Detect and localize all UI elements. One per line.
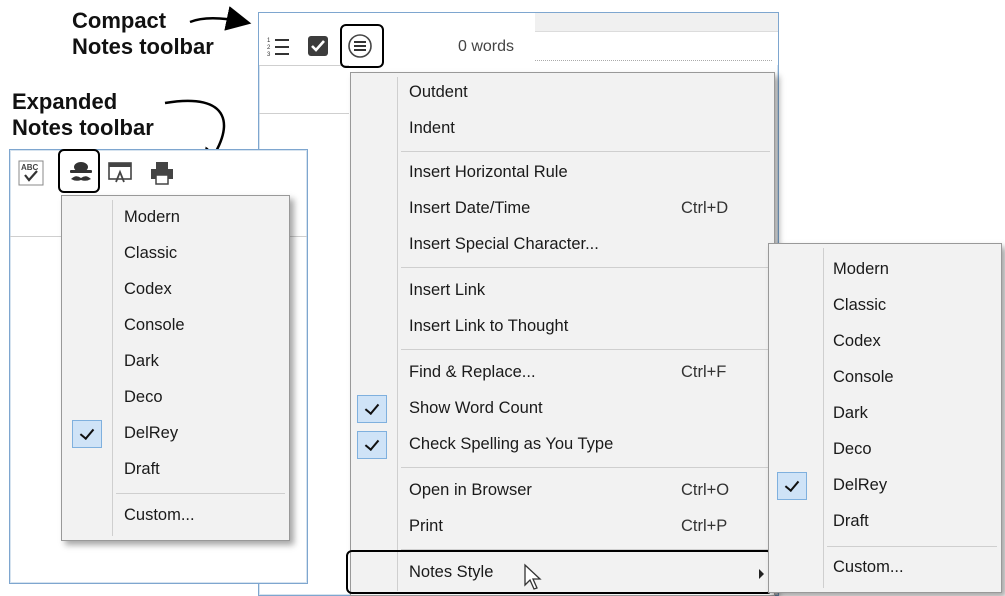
menu-item-insert-link-to-thought[interactable]: Insert Link to Thought	[351, 309, 774, 345]
compact-toolbar-menu: Outdent Indent Insert Horizontal Rule In…	[350, 72, 775, 596]
menu-item-label: Insert Link to Thought	[409, 317, 569, 335]
menu-item-check-spelling[interactable]: Check Spelling as You Type	[351, 427, 774, 463]
style-option-draft[interactable]: Draft	[769, 504, 1001, 540]
style-option-custom[interactable]: Custom...	[769, 550, 1001, 586]
notes-style-menu-left: Modern Classic Codex Console Dark Deco D…	[61, 195, 290, 541]
menu-item-label: Show Word Count	[409, 399, 543, 417]
menu-separator	[827, 546, 997, 547]
svg-text:3: 3	[267, 52, 271, 58]
menu-item-shortcut: Ctrl+O	[681, 481, 730, 499]
style-option-modern[interactable]: Modern	[769, 252, 1001, 288]
menu-item-print[interactable]: Print Ctrl+P	[351, 509, 774, 545]
style-option-codex[interactable]: Codex	[62, 272, 289, 308]
menu-item-label: Draft	[833, 512, 869, 530]
menu-separator	[116, 493, 285, 494]
menu-item-insert-special-character[interactable]: Insert Special Character...	[351, 227, 774, 263]
style-option-deco[interactable]: Deco	[769, 432, 1001, 468]
menu-item-insert-link[interactable]: Insert Link	[351, 273, 774, 309]
menu-item-label: Modern	[833, 260, 889, 278]
menu-item-label: Print	[409, 517, 443, 535]
menu-item-label: Outdent	[409, 83, 468, 101]
style-option-dark[interactable]: Dark	[62, 344, 289, 380]
menu-item-label: Insert Horizontal Rule	[409, 163, 568, 181]
menu-item-label: Insert Link	[409, 281, 486, 299]
menu-item-label: Codex	[833, 332, 881, 350]
svg-text:2: 2	[267, 45, 271, 51]
hamburger-highlight	[340, 24, 384, 68]
menu-item-label: Find & Replace...	[409, 363, 536, 381]
menu-item-insert-date-time[interactable]: Insert Date/Time Ctrl+D	[351, 191, 774, 227]
menu-item-label: Codex	[124, 280, 172, 298]
menu-item-label: Deco	[833, 440, 872, 458]
menu-item-label: Classic	[124, 244, 178, 262]
spell-check-icon[interactable]: ABC	[18, 160, 44, 191]
menu-item-label: Console	[833, 368, 894, 386]
expanded-toolbar: ABC	[10, 150, 307, 196]
menu-separator	[401, 467, 770, 468]
svg-text:1: 1	[267, 38, 271, 44]
menu-item-label: Classic	[833, 296, 887, 314]
style-option-dark[interactable]: Dark	[769, 396, 1001, 432]
notes-style-highlight	[346, 550, 773, 594]
menu-item-outdent[interactable]: Outdent	[351, 75, 774, 111]
menu-item-shortcut: Ctrl+P	[681, 517, 728, 535]
menu-item-label: Dark	[833, 404, 868, 422]
style-option-modern[interactable]: Modern	[62, 200, 289, 236]
style-option-delrey[interactable]: DelRey	[769, 468, 1001, 504]
style-option-draft[interactable]: Draft	[62, 452, 289, 488]
menu-item-indent[interactable]: Indent	[351, 111, 774, 147]
menu-item-label: Dark	[124, 352, 159, 370]
notes-style-submenu-right: Modern Classic Codex Console Dark Deco D…	[768, 243, 1002, 593]
menu-item-label: Custom...	[833, 558, 904, 576]
menu-item-label: Draft	[124, 460, 160, 478]
style-option-console[interactable]: Console	[769, 360, 1001, 396]
check-icon	[777, 472, 807, 500]
menu-item-shortcut: Ctrl+F	[681, 363, 727, 381]
style-option-delrey[interactable]: DelRey	[62, 416, 289, 452]
menu-item-insert-horizontal-rule[interactable]: Insert Horizontal Rule	[351, 155, 774, 191]
menu-item-label: Check Spelling as You Type	[409, 435, 614, 453]
style-icon-highlight	[58, 149, 100, 193]
check-icon	[357, 395, 387, 423]
open-in-browser-icon[interactable]	[107, 160, 133, 191]
menu-item-label: Insert Date/Time	[409, 199, 531, 217]
menu-item-label: DelRey	[833, 476, 888, 494]
menu-item-label: Modern	[124, 208, 180, 226]
menu-item-label: Insert Special Character...	[409, 235, 599, 253]
menu-item-label: Console	[124, 316, 185, 334]
menu-item-label: Indent	[409, 119, 455, 137]
menu-item-show-word-count[interactable]: Show Word Count	[351, 391, 774, 427]
menu-separator	[401, 267, 770, 268]
menu-item-find-replace[interactable]: Find & Replace... Ctrl+F	[351, 355, 774, 391]
style-option-codex[interactable]: Codex	[769, 324, 1001, 360]
menu-item-label: DelRey	[124, 424, 179, 442]
numbered-list-icon[interactable]: 1 2 3	[267, 35, 293, 64]
style-option-deco[interactable]: Deco	[62, 380, 289, 416]
style-option-classic[interactable]: Classic	[62, 236, 289, 272]
word-count: 0 words	[458, 38, 515, 55]
menu-item-label: Open in Browser	[409, 481, 532, 499]
check-icon	[357, 431, 387, 459]
compact-arrow	[189, 6, 252, 31]
check-icon	[72, 420, 102, 448]
menu-separator	[401, 349, 770, 350]
menu-item-open-in-browser[interactable]: Open in Browser Ctrl+O	[351, 473, 774, 509]
compact-toolbar: 1 2 3 0 words	[259, 13, 778, 65]
print-icon[interactable]	[149, 160, 175, 191]
menu-item-shortcut: Ctrl+D	[681, 199, 729, 217]
style-option-custom[interactable]: Custom...	[62, 498, 289, 534]
menu-item-label: Deco	[124, 388, 163, 406]
menu-separator	[401, 151, 770, 152]
style-option-console[interactable]: Console	[62, 308, 289, 344]
style-option-classic[interactable]: Classic	[769, 288, 1001, 324]
menu-item-label: Custom...	[124, 506, 195, 524]
checkbox-icon[interactable]	[307, 35, 329, 62]
